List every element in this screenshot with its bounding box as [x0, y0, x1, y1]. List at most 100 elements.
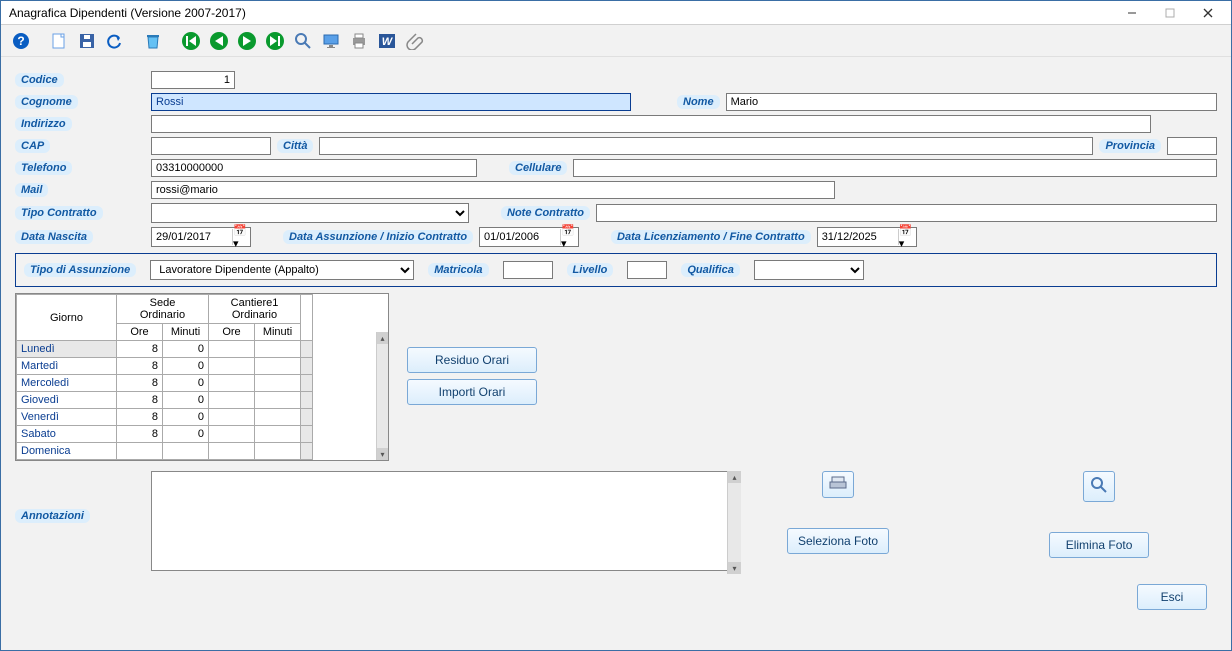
esci-button[interactable]: Esci: [1137, 584, 1207, 610]
table-row[interactable]: Lunedì80: [17, 341, 313, 358]
ore2-cell[interactable]: [209, 392, 255, 409]
attach-button[interactable]: [403, 29, 427, 53]
importi-orari-button[interactable]: Importi Orari: [407, 379, 537, 405]
window-buttons: [1113, 2, 1227, 24]
table-row[interactable]: Domenica: [17, 443, 313, 460]
day-cell[interactable]: Lunedì: [17, 341, 117, 358]
table-row[interactable]: Giovedì80: [17, 392, 313, 409]
ore2-cell[interactable]: [209, 358, 255, 375]
min1-cell[interactable]: 0: [163, 409, 209, 426]
min2-cell[interactable]: [255, 409, 301, 426]
help-button[interactable]: ?: [9, 29, 33, 53]
ore1-cell[interactable]: 8: [117, 375, 163, 392]
scroll-down-icon[interactable]: ▾: [377, 448, 388, 460]
new-button[interactable]: [47, 29, 71, 53]
min2-cell[interactable]: [255, 392, 301, 409]
save-button[interactable]: [75, 29, 99, 53]
day-cell[interactable]: Martedì: [17, 358, 117, 375]
nome-field[interactable]: [726, 93, 1217, 111]
data-nascita-input[interactable]: [152, 230, 232, 244]
livello-field[interactable]: [627, 261, 667, 279]
min1-cell[interactable]: 0: [163, 358, 209, 375]
min1-cell[interactable]: [163, 443, 209, 460]
ore2-cell[interactable]: [209, 409, 255, 426]
minimize-button[interactable]: [1113, 2, 1151, 24]
word-button[interactable]: W: [375, 29, 399, 53]
annotazioni-field[interactable]: [151, 471, 741, 571]
scan-photo-button[interactable]: [822, 471, 854, 498]
codice-field[interactable]: [151, 71, 235, 89]
tipo-assunzione-select[interactable]: Lavoratore Dipendente (Appalto): [150, 260, 414, 280]
cap-field[interactable]: [151, 137, 271, 155]
min2-cell[interactable]: [255, 358, 301, 375]
data-licenziamento-input[interactable]: [818, 230, 898, 244]
min1-cell[interactable]: 0: [163, 375, 209, 392]
nav-first-button[interactable]: [179, 29, 203, 53]
provincia-field[interactable]: [1167, 137, 1217, 155]
ore1-cell[interactable]: 8: [117, 426, 163, 443]
data-licenziamento-picker[interactable]: 📅▾: [817, 227, 917, 247]
ore1-cell[interactable]: 8: [117, 358, 163, 375]
calendar-icon[interactable]: 📅▾: [232, 229, 250, 245]
nav-prev-button[interactable]: [207, 29, 231, 53]
data-assunzione-picker[interactable]: 📅▾: [479, 227, 579, 247]
day-cell[interactable]: Venerdì: [17, 409, 117, 426]
day-cell[interactable]: Giovedì: [17, 392, 117, 409]
undo-button[interactable]: [103, 29, 127, 53]
day-cell[interactable]: Mercoledì: [17, 375, 117, 392]
cellulare-field[interactable]: [573, 159, 1217, 177]
seleziona-foto-button[interactable]: Seleziona Foto: [787, 528, 889, 554]
close-button[interactable]: [1189, 2, 1227, 24]
elimina-foto-button[interactable]: Elimina Foto: [1049, 532, 1149, 558]
print-button[interactable]: [347, 29, 371, 53]
ore2-cell[interactable]: [209, 443, 255, 460]
ore1-cell[interactable]: 8: [117, 409, 163, 426]
min1-cell[interactable]: 0: [163, 426, 209, 443]
day-cell[interactable]: Domenica: [17, 443, 117, 460]
cognome-field[interactable]: [151, 93, 631, 111]
grid-scrollbar[interactable]: ▴ ▾: [376, 332, 388, 460]
qualifica-select[interactable]: [754, 260, 864, 280]
mail-field[interactable]: [151, 181, 835, 199]
telefono-field[interactable]: [151, 159, 477, 177]
search-button[interactable]: [291, 29, 315, 53]
indirizzo-field[interactable]: [151, 115, 1151, 133]
screen-button[interactable]: [319, 29, 343, 53]
table-row[interactable]: Venerdì80: [17, 409, 313, 426]
ore2-cell[interactable]: [209, 375, 255, 392]
textarea-scrollbar[interactable]: ▴ ▾: [727, 471, 741, 574]
min2-cell[interactable]: [255, 341, 301, 358]
scroll-up-icon[interactable]: ▴: [728, 471, 741, 483]
min2-cell[interactable]: [255, 443, 301, 460]
residuo-orari-button[interactable]: Residuo Orari: [407, 347, 537, 373]
matricola-field[interactable]: [503, 261, 553, 279]
table-row[interactable]: Sabato80: [17, 426, 313, 443]
min1-cell[interactable]: 0: [163, 392, 209, 409]
maximize-button[interactable]: [1151, 2, 1189, 24]
min2-cell[interactable]: [255, 426, 301, 443]
schedule-grid[interactable]: Giorno SedeOrdinario Cantiere1Ordinario …: [15, 293, 389, 461]
data-assunzione-input[interactable]: [480, 230, 560, 244]
zoom-photo-button[interactable]: [1083, 471, 1115, 502]
nav-last-button[interactable]: [263, 29, 287, 53]
scroll-down-icon[interactable]: ▾: [728, 562, 741, 574]
ore2-cell[interactable]: [209, 426, 255, 443]
tipo-contratto-select[interactable]: [151, 203, 469, 223]
table-row[interactable]: Mercoledì80: [17, 375, 313, 392]
min1-cell[interactable]: 0: [163, 341, 209, 358]
scroll-up-icon[interactable]: ▴: [377, 332, 388, 344]
table-row[interactable]: Martedì80: [17, 358, 313, 375]
nav-next-button[interactable]: [235, 29, 259, 53]
data-nascita-picker[interactable]: 📅▾: [151, 227, 251, 247]
ore1-cell[interactable]: 8: [117, 392, 163, 409]
note-contratto-field[interactable]: [596, 204, 1217, 222]
ore2-cell[interactable]: [209, 341, 255, 358]
ore1-cell[interactable]: [117, 443, 163, 460]
day-cell[interactable]: Sabato: [17, 426, 117, 443]
ore1-cell[interactable]: 8: [117, 341, 163, 358]
delete-button[interactable]: [141, 29, 165, 53]
citta-field[interactable]: [319, 137, 1093, 155]
calendar-icon[interactable]: 📅▾: [898, 229, 916, 245]
calendar-icon[interactable]: 📅▾: [560, 229, 578, 245]
min2-cell[interactable]: [255, 375, 301, 392]
